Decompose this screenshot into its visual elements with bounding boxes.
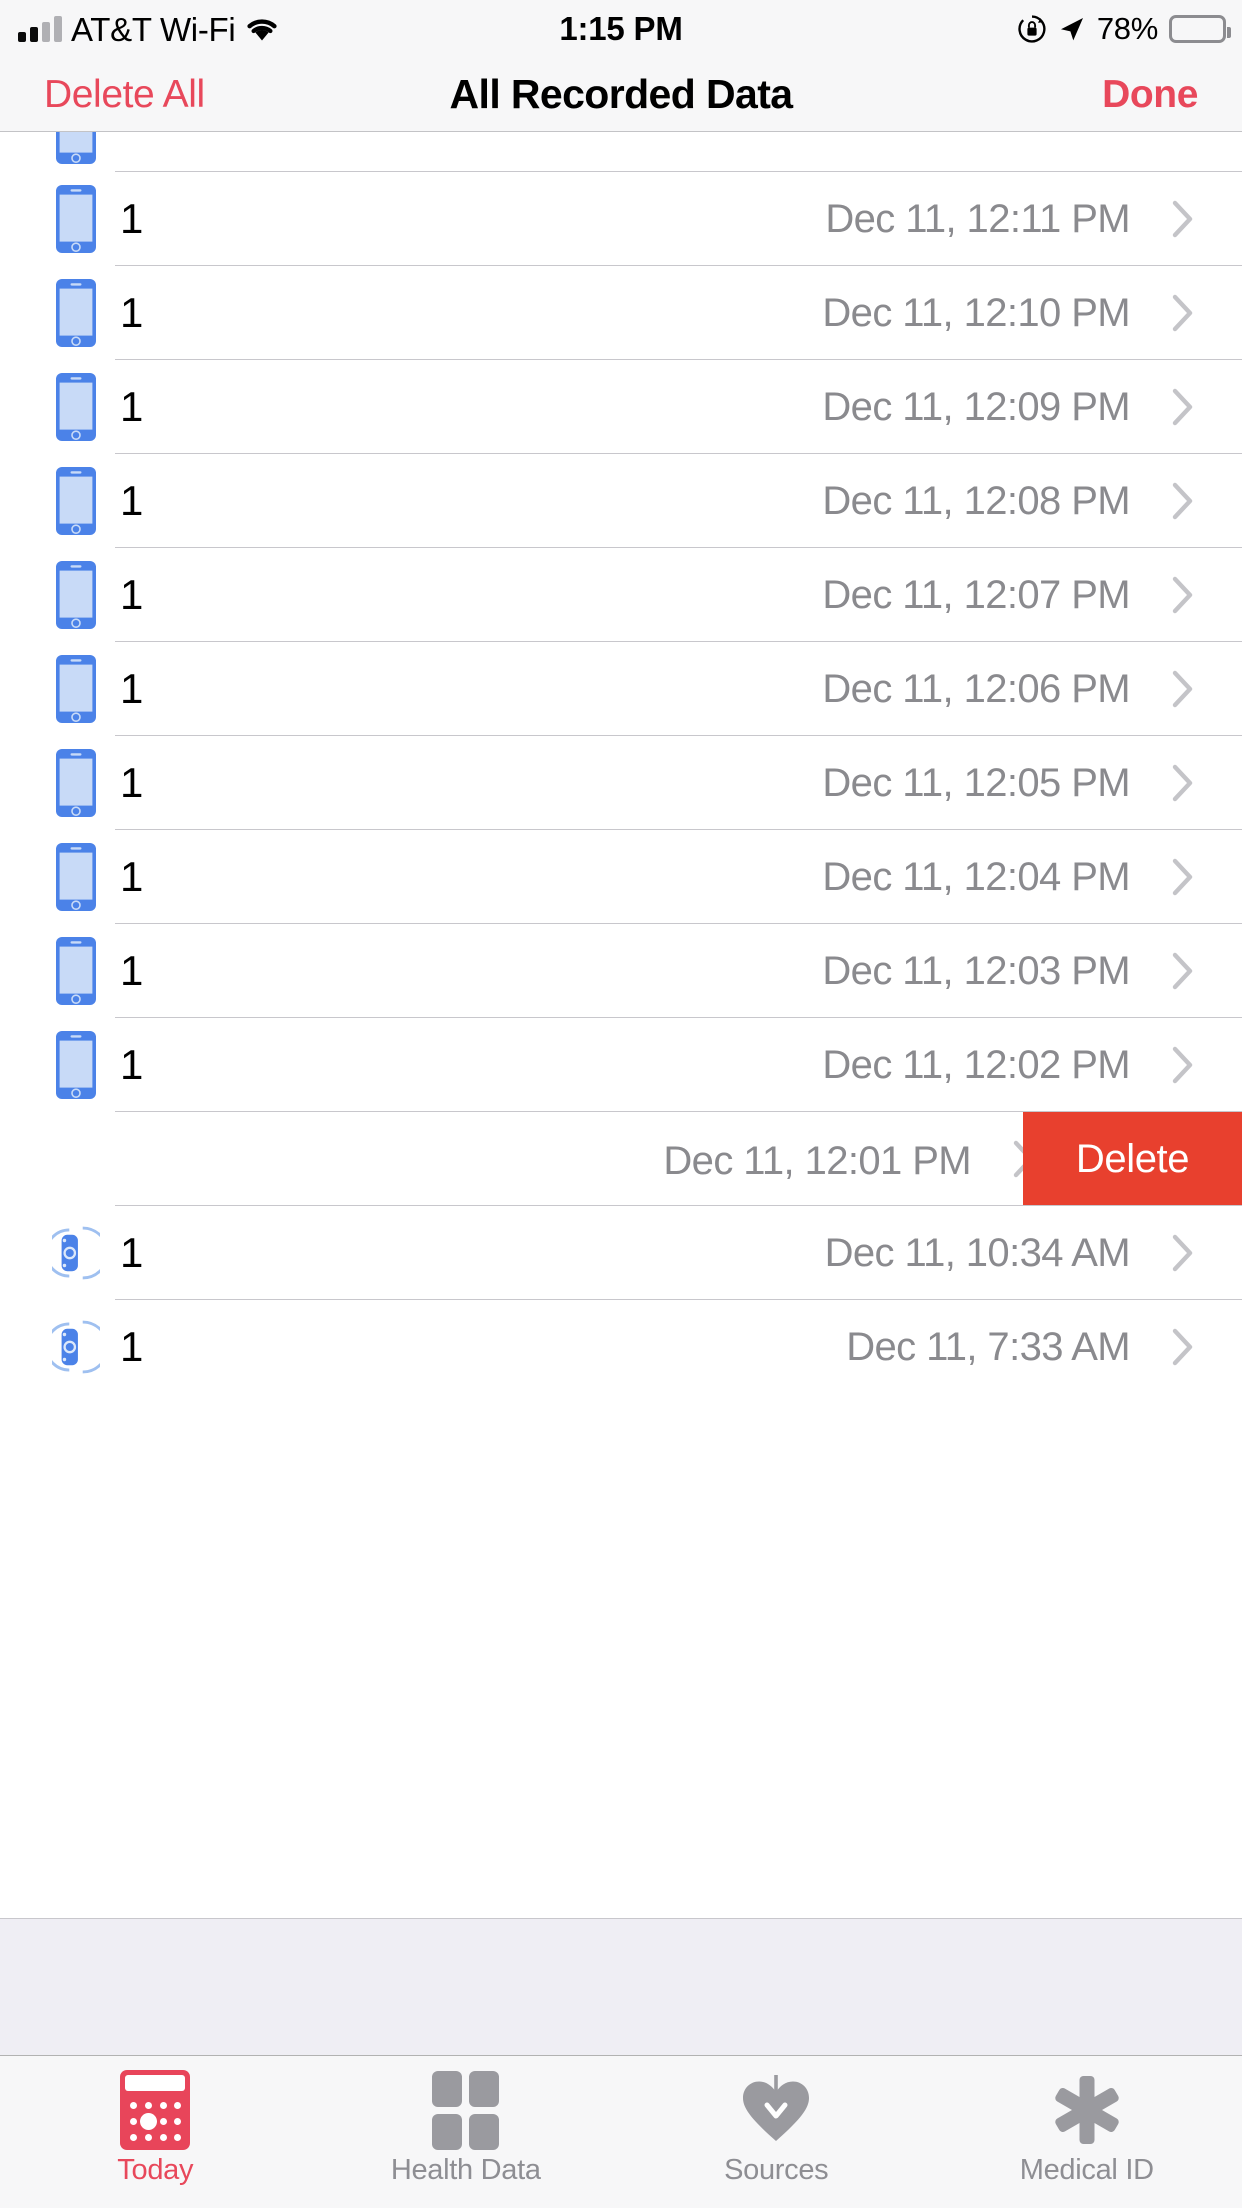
tab-medical-id[interactable]: Medical ID [932, 2056, 1242, 2208]
row-timestamp: Dec 11, 12:04 PM [822, 854, 1130, 899]
row-timestamp: Dec 11, 12:09 PM [822, 384, 1130, 429]
navigation-bar: Delete All All Recorded Data Done [0, 58, 1242, 132]
table-row[interactable]: 1 Dec 11, 12:03 PM [0, 924, 1242, 1018]
iphone-icon [52, 747, 100, 819]
chevron-right-icon [1172, 952, 1194, 990]
tab-health-data[interactable]: Health Data [311, 2056, 622, 2208]
health-all-recorded-data-screen: AT&T Wi-Fi 1:15 PM 78% Delete All All Re… [0, 0, 1242, 2208]
page-title: All Recorded Data [449, 71, 794, 117]
status-bar-left: AT&T Wi-Fi [18, 0, 280, 58]
row-timestamp: Dec 11, 10:34 AM [824, 1230, 1131, 1275]
table-row[interactable]: 1 Dec 11, 12:02 PM [0, 1018, 1242, 1112]
tab-sources[interactable]: Sources [621, 2056, 932, 2208]
row-timestamp: Dec 11, 12:10 PM [822, 290, 1130, 335]
table-row[interactable]: 1 Dec 11, 10:34 AM [0, 1206, 1242, 1300]
row-value: 1 [120, 759, 143, 806]
rotation-lock-icon [1017, 14, 1047, 44]
table-row-content[interactable]: 1 Dec 11, 12:01 PM [0, 1112, 1083, 1206]
row-value: 1 [120, 477, 143, 524]
table-row[interactable]: 1 Dec 11, 12:10 PM [0, 266, 1242, 360]
apple-watch-icon [52, 1311, 100, 1383]
table-row[interactable]: 1 Dec 11, 12:11 PM [0, 172, 1242, 266]
location-arrow-icon [1058, 15, 1086, 43]
row-timestamp: Dec 11, 12:07 PM [822, 572, 1130, 617]
row-value: 1 [120, 1323, 143, 1370]
chevron-right-icon [1172, 858, 1194, 896]
grid-squares-icon [432, 2070, 500, 2150]
iphone-icon [52, 559, 100, 631]
row-timestamp: Dec 11, 12:06 PM [822, 666, 1130, 711]
list-section-footer [0, 1918, 1242, 2056]
row-timestamp: Dec 11, 12:08 PM [822, 478, 1130, 523]
table-row[interactable]: 1 Dec 11, 12:04 PM [0, 830, 1242, 924]
table-row[interactable]: 1 Dec 11, 12:07 PM [0, 548, 1242, 642]
row-value: 1 [120, 571, 143, 618]
chevron-right-icon [1172, 1234, 1194, 1272]
row-value: 1 [120, 853, 143, 900]
carrier-label: AT&T Wi-Fi [71, 10, 236, 48]
chevron-right-icon [1172, 482, 1194, 520]
row-timestamp: Dec 11, 12:01 PM [663, 1139, 971, 1183]
chevron-right-icon [1172, 1046, 1194, 1084]
iphone-icon [52, 371, 100, 443]
chevron-right-icon [1172, 764, 1194, 802]
tab-label: Health Data [390, 2154, 541, 2186]
recorded-data-list[interactable]: 1 Dec 11, 12:11 PM 1 Dec 11, 12:10 PM 1 … [0, 132, 1242, 1918]
chevron-right-icon [1172, 200, 1194, 238]
row-timestamp: Dec 11, 12:02 PM [822, 1042, 1130, 1087]
table-row[interactable]: 1 Dec 11, 7:33 AM [0, 1300, 1242, 1394]
tab-label: Sources [724, 2154, 829, 2186]
row-value: 1 [120, 665, 143, 712]
row-delete-button[interactable]: Delete [1023, 1112, 1242, 1206]
done-button[interactable]: Done [1102, 73, 1198, 117]
tab-today[interactable]: Today [0, 2056, 311, 2208]
row-timestamp: Dec 11, 7:33 AM [846, 1324, 1130, 1369]
clock-label: 1:15 PM [559, 10, 683, 47]
wifi-icon [244, 15, 280, 43]
battery-percent-label: 78% [1096, 11, 1158, 46]
chevron-right-icon [1172, 576, 1194, 614]
status-bar: AT&T Wi-Fi 1:15 PM 78% [0, 0, 1242, 58]
iphone-icon [52, 1029, 100, 1101]
iphone-icon [52, 653, 100, 725]
row-value: 1 [120, 1229, 143, 1276]
chevron-right-icon [1172, 294, 1194, 332]
iphone-icon [52, 465, 100, 537]
asterisk-icon [1048, 2072, 1126, 2148]
table-row-partial[interactable] [0, 132, 1242, 172]
row-value: 1 [120, 289, 143, 336]
tab-bar: Today Health Data Sources Medical ID [0, 2056, 1242, 2208]
table-row[interactable]: 1 Dec 11, 12:05 PM [0, 736, 1242, 830]
row-value: 1 [120, 1041, 143, 1088]
table-row[interactable]: 1 Dec 11, 12:01 PM Delete [0, 1112, 1242, 1206]
iphone-icon [52, 132, 100, 166]
tab-label: Medical ID [1019, 2154, 1154, 2186]
table-row[interactable]: 1 Dec 11, 12:06 PM [0, 642, 1242, 736]
heart-arrow-icon [737, 2072, 815, 2148]
row-value: 1 [120, 947, 143, 994]
chevron-right-icon [1172, 1328, 1194, 1366]
apple-watch-icon [52, 1217, 100, 1289]
iphone-icon [52, 841, 100, 913]
calendar-icon [120, 2070, 191, 2150]
row-timestamp: Dec 11, 12:05 PM [822, 760, 1130, 805]
iphone-icon [52, 935, 100, 1007]
status-bar-right: 78% [1017, 0, 1231, 58]
battery-icon [1169, 15, 1231, 43]
chevron-right-icon [1172, 388, 1194, 426]
row-value: 1 [120, 195, 143, 242]
chevron-right-icon [1172, 670, 1194, 708]
tab-label: Today [117, 2154, 194, 2186]
row-timestamp: Dec 11, 12:11 PM [825, 196, 1130, 241]
row-timestamp: Dec 11, 12:03 PM [822, 948, 1130, 993]
signal-bars-icon [18, 16, 62, 42]
iphone-icon [52, 183, 100, 255]
row-value: 1 [120, 383, 143, 430]
iphone-icon [52, 277, 100, 349]
table-row[interactable]: 1 Dec 11, 12:08 PM [0, 454, 1242, 548]
table-row[interactable]: 1 Dec 11, 12:09 PM [0, 360, 1242, 454]
